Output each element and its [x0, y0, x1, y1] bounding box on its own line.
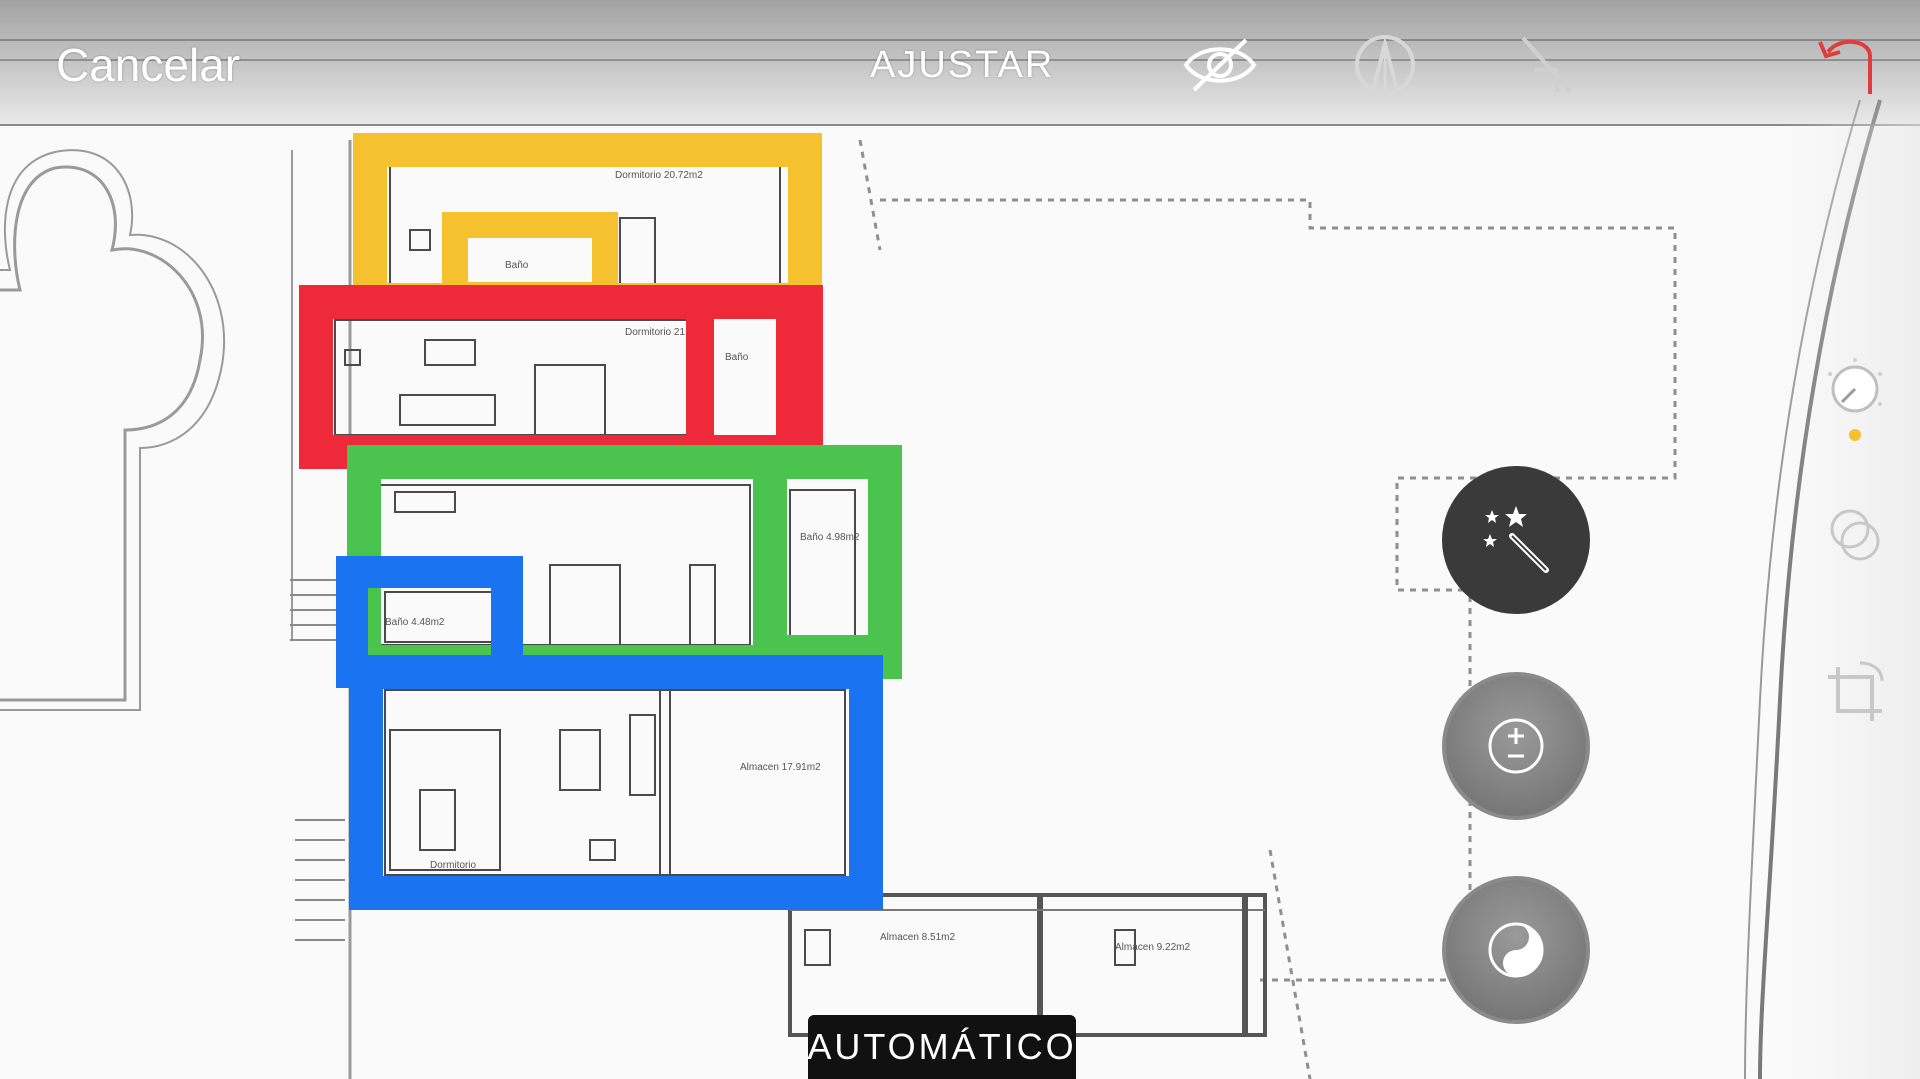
room-label: Dormitorio 20.72m2	[615, 170, 703, 181]
adjust-dial-icon[interactable]	[1820, 354, 1890, 424]
room-label: Baño 4.98m2	[800, 532, 860, 543]
filters-icon[interactable]	[1820, 499, 1890, 569]
contrast-button[interactable]	[1442, 876, 1590, 1024]
side-tool-strip	[1780, 124, 1920, 1079]
exposure-icon	[1488, 718, 1544, 774]
yellow-highlight-inner	[442, 212, 618, 308]
markup-icon[interactable]	[1345, 30, 1425, 100]
hide-icon[interactable]	[1180, 30, 1260, 100]
room-label: Almacen 8.51m2	[880, 932, 955, 943]
photo-editor: Dormitorio 20.72m2 Baño Dormitorio 21.89…	[0, 0, 1920, 1079]
room-label: Almacen 17.91m2	[740, 762, 821, 773]
auto-off-icon[interactable]	[1505, 30, 1585, 100]
active-indicator-dot	[1849, 429, 1861, 441]
room-label: Dormitorio	[430, 860, 477, 871]
page-title: AJUSTAR	[870, 44, 1055, 86]
red-highlight	[299, 285, 823, 469]
revert-icon[interactable]	[1810, 30, 1890, 100]
top-toolbar: Cancelar AJUSTAR	[0, 0, 1920, 126]
contrast-icon	[1488, 922, 1544, 978]
room-label: Baño	[505, 260, 529, 271]
room-label: Baño	[725, 352, 749, 363]
magic-wand-icon	[1483, 506, 1549, 573]
floor-plan-image: Dormitorio 20.72m2 Baño Dormitorio 21.89…	[0, 39, 1920, 1079]
cancel-button[interactable]: Cancelar	[56, 38, 240, 92]
crop-icon[interactable]	[1820, 659, 1890, 729]
exposure-button[interactable]	[1442, 672, 1590, 820]
mode-label: AUTOMÁTICO	[807, 1015, 1076, 1079]
magic-wand-button[interactable]	[1442, 466, 1590, 614]
room-label: Almacen 9.22m2	[1115, 942, 1190, 953]
room-label: Baño 4.48m2	[385, 617, 445, 628]
